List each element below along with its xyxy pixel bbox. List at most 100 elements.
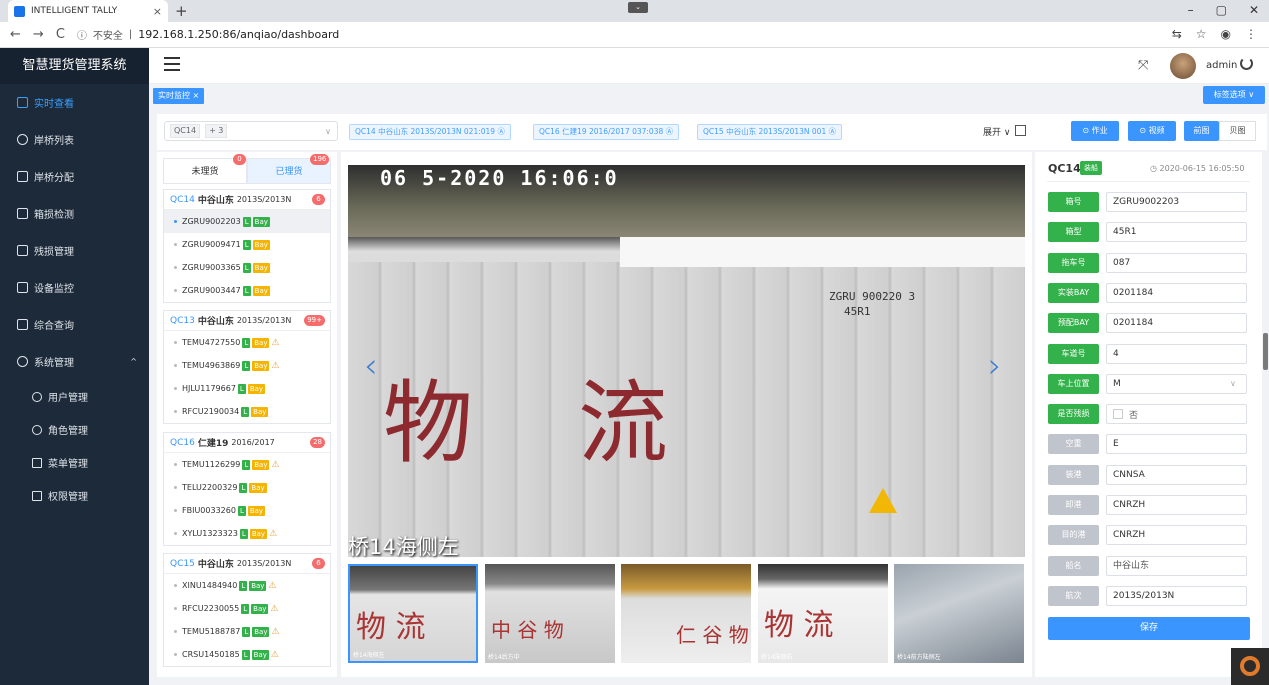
prev-image-icon[interactable]: ‹ bbox=[364, 346, 378, 386]
list-item[interactable]: XINU1484940 L Bay ⚠ bbox=[164, 574, 330, 597]
field-input[interactable]: 087 bbox=[1106, 253, 1247, 273]
damage-checkbox[interactable] bbox=[1113, 409, 1123, 419]
sidebar-item-damage-manage[interactable]: 残损管理 bbox=[0, 232, 149, 269]
list-item[interactable]: RFCU2230055 L Bay ⚠ bbox=[164, 597, 330, 620]
field-input[interactable]: M bbox=[1106, 374, 1247, 394]
thumbnail-2[interactable]: 中 谷 物桥14后方中 bbox=[485, 564, 615, 663]
scrollbar[interactable] bbox=[1263, 333, 1268, 370]
hamburger-menu-icon[interactable] bbox=[164, 57, 180, 71]
sidebar-item-query[interactable]: 综合查询 bbox=[0, 306, 149, 343]
sidebar-item-menus[interactable]: 菜单管理 bbox=[0, 446, 149, 479]
thumbnail-4[interactable]: 物 流桥14陆侧右 bbox=[758, 564, 888, 663]
minimize-icon[interactable]: – bbox=[1188, 3, 1194, 17]
list-item[interactable]: ZGRU9003365 L Bay bbox=[164, 256, 330, 279]
bullet-icon bbox=[174, 509, 177, 512]
sidebar-item-crane-assign[interactable]: 岸桥分配 bbox=[0, 158, 149, 195]
tab-close-icon[interactable]: × bbox=[153, 5, 162, 18]
list-item[interactable]: ZGRU9003447 L Bay bbox=[164, 279, 330, 302]
close-window-icon[interactable]: ✕ bbox=[1249, 3, 1259, 17]
list-item[interactable]: ZGRU9009471 L Bay bbox=[164, 233, 330, 256]
profile-icon[interactable]: ◉ bbox=[1221, 27, 1231, 41]
sidebar-item-permissions[interactable]: 权限管理 bbox=[0, 479, 149, 512]
info-icon[interactable]: ⓘ bbox=[77, 27, 87, 42]
permission-icon bbox=[32, 490, 42, 501]
next-image-icon[interactable]: › bbox=[988, 346, 1002, 386]
sidebar-item-device-monitor[interactable]: 设备监控 bbox=[0, 269, 149, 306]
crane-tag-qc15[interactable]: QC15 中谷山东 2013S/2013N 001 Ⓐ bbox=[697, 124, 843, 140]
tag-realtime-monitor[interactable]: 实时监控 × bbox=[153, 88, 205, 104]
field-input[interactable]: 中谷山东 bbox=[1106, 556, 1247, 576]
thumbnail-3[interactable]: 仁 谷 物 bbox=[621, 564, 751, 663]
expand-toggle[interactable]: 展开 ∨ bbox=[983, 125, 1010, 138]
sidebar-item-label: 角色管理 bbox=[48, 426, 88, 437]
field-input[interactable]: 45R1 bbox=[1106, 222, 1247, 242]
url-input[interactable]: 192.168.1.250:86/anqiao/dashboard bbox=[138, 28, 339, 41]
field-input[interactable]: 2013S/2013N bbox=[1106, 586, 1247, 606]
restore-icon[interactable]: ▢ bbox=[1216, 3, 1227, 17]
field-label: 航次 bbox=[1048, 586, 1099, 606]
camera-label: 桥14海侧左 bbox=[348, 535, 459, 559]
field-label: 目的港 bbox=[1048, 525, 1099, 545]
crane-tag-qc14[interactable]: QC14 中谷山东 2013S/2013N 021:019 Ⓐ bbox=[349, 124, 511, 140]
sidebar-item-label: 实时查看 bbox=[34, 99, 74, 110]
save-button[interactable]: 保存 bbox=[1048, 617, 1250, 640]
tab-search-icon[interactable]: ⌄ bbox=[628, 2, 648, 13]
field-input[interactable]: 4 bbox=[1106, 344, 1247, 364]
list-item[interactable]: TEMU5188787 L Bay ⚠ bbox=[164, 620, 330, 643]
list-item[interactable]: HJLU1179667 L Bay bbox=[164, 377, 330, 400]
settings-gear-icon[interactable] bbox=[1231, 648, 1269, 685]
list-item[interactable]: XYLU1323323 L Bay ⚠ bbox=[164, 522, 330, 545]
list-item[interactable]: ZGRU9002203 L Bay bbox=[164, 210, 330, 233]
field-input[interactable]: 0201184 bbox=[1106, 313, 1247, 333]
field-input[interactable]: E bbox=[1106, 434, 1247, 454]
group-header[interactable]: QC13 中谷山东 2013S/2013N 99+ bbox=[164, 311, 330, 331]
menu-dots-icon[interactable]: ⋮ bbox=[1245, 27, 1257, 41]
selected-crane-tag[interactable]: QC14 bbox=[170, 124, 201, 138]
work-button[interactable]: ⊙ 作业 bbox=[1071, 121, 1119, 141]
thumbnail-5[interactable]: 桥14前方陆侧左 bbox=[894, 564, 1024, 663]
sidebar-item-crane-list[interactable]: 岸桥列表 bbox=[0, 121, 149, 158]
avatar[interactable] bbox=[1170, 53, 1196, 79]
power-icon[interactable] bbox=[1240, 57, 1253, 70]
sidebar-item-system[interactable]: 系统管理 ^ bbox=[0, 343, 149, 380]
username-label[interactable]: admin bbox=[1206, 60, 1237, 71]
field-input[interactable]: 0201184 bbox=[1106, 283, 1247, 303]
group-header[interactable]: QC16 仁建19 2016/2017 28 bbox=[164, 433, 330, 453]
video-button[interactable]: ⊙ 视频 bbox=[1128, 121, 1176, 141]
sidebar-item-damage-detect[interactable]: 箱损检测 bbox=[0, 195, 149, 232]
field-input[interactable]: CNRZH bbox=[1106, 495, 1247, 515]
collapse-icon[interactable] bbox=[1015, 125, 1026, 136]
field-input[interactable]: ZGRU9002203 bbox=[1106, 192, 1247, 212]
field-checkbox-wrap[interactable] bbox=[1106, 404, 1247, 424]
sidebar-item-realtime[interactable]: 实时查看 bbox=[0, 84, 149, 121]
list-item[interactable]: TEMU4727550 L Bay ⚠ bbox=[164, 331, 330, 354]
new-tab-button[interactable]: + bbox=[175, 2, 188, 20]
warning-icon: ⚠ bbox=[271, 360, 280, 371]
group-header[interactable]: QC15 中谷山东 2013S/2013N 6 bbox=[164, 554, 330, 574]
field-input[interactable]: CNNSA bbox=[1106, 465, 1247, 485]
front-image-button[interactable]: 前图 bbox=[1184, 121, 1219, 141]
bay-image-button[interactable]: 贝图 bbox=[1219, 121, 1256, 141]
tag-options-button[interactable]: 标签选项 ∨ bbox=[1203, 86, 1265, 104]
thumbnail-1[interactable]: 物 流桥14海侧左 bbox=[348, 564, 478, 663]
list-item[interactable]: FBIU0033260 L Bay bbox=[164, 499, 330, 522]
crane-tag-qc16[interactable]: QC16 仁建19 2016/2017 037:038 Ⓐ bbox=[533, 124, 680, 140]
back-icon[interactable]: ← bbox=[10, 27, 21, 42]
reload-icon[interactable]: C bbox=[56, 27, 65, 42]
list-item[interactable]: CRSU1450185 L Bay ⚠ bbox=[164, 643, 330, 666]
sidebar-item-users[interactable]: 用户管理 bbox=[0, 380, 149, 413]
translate-icon[interactable]: ⇆ bbox=[1172, 27, 1182, 41]
list-item[interactable]: RFCU2190034 L Bay bbox=[164, 400, 330, 423]
fullscreen-icon[interactable]: ⤧ bbox=[1138, 58, 1148, 73]
group-header[interactable]: QC14 中谷山东 2013S/2013N 6 bbox=[164, 190, 330, 210]
field-input[interactable]: CNRZH bbox=[1106, 525, 1247, 545]
crane-select[interactable]: QC14 + 3 ∨ bbox=[164, 121, 338, 141]
list-item[interactable]: TEMU4963869 L Bay ⚠ bbox=[164, 354, 330, 377]
list-item[interactable]: TEMU1126299 L Bay ⚠ bbox=[164, 453, 330, 476]
list-item[interactable]: TELU2200329 L Bay bbox=[164, 476, 330, 499]
browser-tab[interactable]: INTELLIGENT TALLY × bbox=[8, 0, 168, 22]
container-number: TEMU4727550 bbox=[182, 338, 241, 347]
sidebar-item-roles[interactable]: 角色管理 bbox=[0, 413, 149, 446]
bookmark-star-icon[interactable]: ☆ bbox=[1196, 27, 1207, 41]
forward-icon[interactable]: → bbox=[33, 27, 44, 42]
